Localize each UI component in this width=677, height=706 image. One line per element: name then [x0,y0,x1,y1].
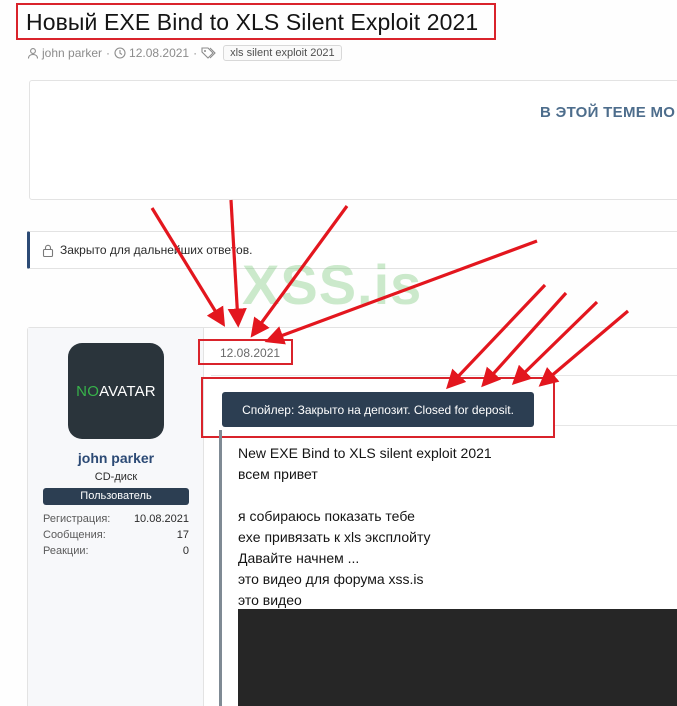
meta-separator: · [193,46,198,60]
content-line: exe привязать к xls эксплойту [238,529,431,545]
content-line: это видео для форума xss.is [238,571,424,587]
stat-row-reactions: Реакции: 0 [43,543,189,559]
tag-icon [201,47,217,59]
content-line: New EXE Bind to XLS silent exploit 2021 [238,445,492,461]
stat-row-messages: Сообщения: 17 [43,527,189,543]
thread-date-link[interactable]: 12.08.2021 [129,46,189,60]
post-date-link[interactable]: 12.08.2021 [220,346,280,360]
avatar-text: AVATAR [99,382,156,400]
stat-label: Реакции: [43,545,89,557]
page: Новый EXE Bind to XLS Silent Exploit 202… [0,0,677,706]
tag-chip[interactable]: xls silent exploit 2021 [223,45,342,61]
post-content: New EXE Bind to XLS silent exploit 2021 … [238,443,492,611]
locked-notice-text: Закрыто для дальнейших ответов. [60,243,253,257]
spoiler-button[interactable]: Спойлер: Закрыто на депозит. Closed for … [222,392,534,427]
stat-value: 10.08.2021 [133,513,189,525]
similar-threads-title: В ЭТОЙ ТЕМЕ МО [540,104,676,121]
stat-label: Регистрация: [43,513,111,525]
stat-value: 0 [182,545,189,557]
meta-separator: · [106,46,111,60]
spoiler-divider [555,425,677,426]
user-icon [27,47,39,59]
stat-value: 17 [176,529,189,541]
clock-icon [114,47,126,59]
stat-label: Сообщения: [43,529,106,541]
user-stats: Регистрация: 10.08.2021 Сообщения: 17 Ре… [43,511,189,559]
content-line: всем привет [238,466,318,482]
stat-row-registration: Регистрация: 10.08.2021 [43,511,189,527]
post-username[interactable]: john parker [28,450,204,466]
watermark: XSS.is [242,253,423,316]
content-line: это видео [238,592,302,608]
similar-threads-block [29,80,677,200]
content-line [238,485,492,506]
quote-bar [219,430,222,706]
content-line: я собираюсь показать тебе [238,508,415,524]
content-line: Давайте начнем ... [238,550,360,566]
user-role-badge: Пользователь [43,488,189,505]
video-embed[interactable] [238,609,677,706]
thread-title: Новый EXE Bind to XLS Silent Exploit 202… [26,9,479,35]
thread-author-link[interactable]: john parker [42,46,102,60]
thread-meta: john parker · 12.08.2021 · xls silent ex… [27,44,342,62]
post-user-title: CD-диск [94,471,138,483]
avatar-no-text: NO [76,382,100,400]
post-header-divider [211,375,677,376]
avatar[interactable]: NO AVATAR [68,343,164,439]
lock-icon [42,244,54,257]
